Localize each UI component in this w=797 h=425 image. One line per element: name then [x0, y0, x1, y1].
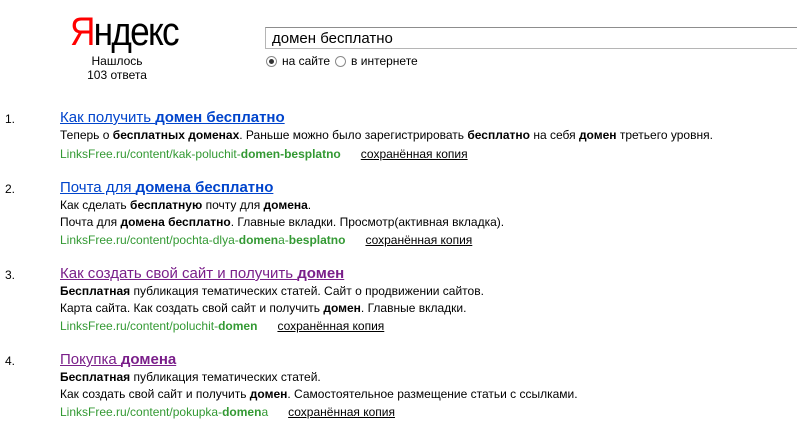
result-title-link[interactable]: Как создать свой сайт и получить домен: [60, 265, 344, 283]
result-number: 4.: [5, 354, 16, 368]
result-url-link[interactable]: LinksFree.ru/content/poluchit-domen: [60, 319, 257, 333]
snippet-highlight: Бесплатная: [60, 284, 131, 298]
snippet-text: почту для: [202, 198, 264, 212]
snippet-highlight: домена: [263, 198, 308, 212]
snippet-highlight: Бесплатная: [60, 370, 131, 384]
result-url-line: LinksFree.ru/content/kak-poluchit-domen-…: [60, 146, 468, 163]
url-highlight: besplatno: [288, 233, 346, 247]
found-count: 103 ответа: [87, 68, 147, 82]
snippet-highlight: бесплатную: [130, 198, 203, 212]
cached-copy-link[interactable]: сохранённая копия: [365, 233, 472, 247]
result-url-link[interactable]: LinksFree.ru/content/kak-poluchit-domen-…: [60, 147, 341, 161]
radio-on-site[interactable]: [266, 55, 277, 67]
result-snippet: Бесплатная публикация тематических стате…: [60, 369, 321, 386]
url-highlight: domen-besplatno: [240, 147, 341, 161]
snippet-text: Как сделать: [60, 198, 131, 212]
snippet-text: . Главные вкладки. Просмотр(активная вкл…: [230, 215, 505, 229]
title-text: Как создать свой сайт и получить: [60, 265, 298, 282]
results-count: Нашлось 103 ответа: [72, 54, 162, 82]
radio-on-internet[interactable]: [335, 55, 347, 67]
scope-on-site-label: на сайте: [282, 54, 331, 68]
yandex-logo[interactable]: Яндекс: [70, 10, 180, 54]
snippet-text: Как создать свой сайт и получить: [60, 387, 250, 401]
logo-text: ндекс: [93, 10, 180, 54]
result-title-link[interactable]: Покупка домена: [60, 351, 176, 369]
snippet-highlight: домен: [249, 387, 288, 401]
url-highlight: domen: [238, 233, 279, 247]
cached-copy-link[interactable]: сохранённая копия: [277, 319, 384, 333]
snippet-highlight: домен: [323, 301, 361, 315]
result-snippet: Почта для домена бесплатно. Главные вкла…: [60, 214, 504, 231]
snippet-text: третьего уровня.: [616, 128, 713, 142]
scope-on-site[interactable]: на сайте: [266, 54, 330, 68]
result-title-link[interactable]: Почта для домена бесплатно: [60, 179, 273, 197]
snippet-text: Почта для: [60, 215, 121, 229]
title-text: Как получить: [60, 109, 156, 126]
result-url-link[interactable]: LinksFree.ru/content/pokupka-domena: [60, 405, 268, 419]
snippet-highlight: бесплатно: [467, 128, 530, 142]
result-snippet: Карта сайта. Как создать свой сайт и пол…: [60, 300, 466, 317]
url-highlight: domen: [222, 405, 262, 419]
snippet-text: . Главные вкладки.: [360, 301, 467, 315]
cached-copy-link[interactable]: сохранённая копия: [288, 405, 395, 419]
snippet-text: публикация тематических статей.: [130, 370, 321, 384]
snippet-text: . Раньше можно было зарегистрировать: [239, 128, 468, 142]
title-text: Покупка: [60, 351, 121, 368]
title-highlight: домена бесплатно: [135, 179, 274, 196]
snippet-text: Теперь о: [60, 128, 113, 142]
title-highlight: домен бесплатно: [155, 109, 285, 126]
result-url-link[interactable]: LinksFree.ru/content/pochta-dlya-domena-…: [60, 233, 345, 247]
search-scope: на сайте в интернете: [266, 54, 423, 68]
logo-letter-ya: Я: [70, 10, 95, 54]
result-number: 3.: [5, 268, 16, 282]
result-snippet: Как создать свой сайт и получить домен. …: [60, 386, 578, 403]
title-text: Почта для: [60, 179, 136, 196]
result-snippet: Бесплатная публикация тематических стате…: [60, 283, 484, 300]
snippet-text: .: [307, 198, 312, 212]
cached-copy-link[interactable]: сохранённая копия: [361, 147, 468, 161]
url-text: LinksFree.ru/content/pokupka-: [60, 405, 223, 419]
url-text: LinksFree.ru/content/poluchit-: [60, 319, 219, 333]
result-title-link[interactable]: Как получить домен бесплатно: [60, 109, 285, 127]
snippet-text: на себя: [529, 128, 579, 142]
title-highlight: домена: [120, 351, 177, 368]
scope-on-internet[interactable]: в интернете: [335, 54, 418, 68]
snippet-highlight: бесплатных доменах: [112, 128, 240, 142]
snippet-text: Карта сайта. Как создать свой сайт и пол…: [60, 301, 324, 315]
found-label: Нашлось: [91, 54, 143, 68]
snippet-highlight: домен: [578, 128, 617, 142]
search-input[interactable]: [265, 27, 797, 49]
result-url-line: LinksFree.ru/content/pokupka-domena сохра…: [60, 404, 395, 421]
url-highlight: domen: [218, 319, 258, 333]
result-url-line: LinksFree.ru/content/pochta-dlya-domena-…: [60, 232, 472, 249]
title-highlight: домен: [297, 265, 345, 282]
url-text: LinksFree.ru/content/kak-poluchit-: [60, 147, 241, 161]
result-url-line: LinksFree.ru/content/poluchit-domen сохра…: [60, 318, 384, 335]
result-snippet: Как сделать бесплатную почту для домена.: [60, 197, 311, 214]
url-text: a-: [278, 233, 289, 247]
scope-on-internet-label: в интернете: [351, 54, 418, 68]
result-snippet: Теперь о бесплатных доменах. Раньше можн…: [60, 127, 713, 144]
snippet-text: . Самостоятельное размещение статьи с сс…: [287, 387, 578, 401]
url-text: a: [261, 405, 269, 419]
snippet-text: публикация тематических статей. Сайт о п…: [130, 284, 484, 298]
url-text: LinksFree.ru/content/pochta-dlya-: [60, 233, 239, 247]
result-number: 1.: [5, 112, 16, 126]
result-number: 2.: [5, 182, 16, 196]
snippet-highlight: домена бесплатно: [120, 215, 231, 229]
